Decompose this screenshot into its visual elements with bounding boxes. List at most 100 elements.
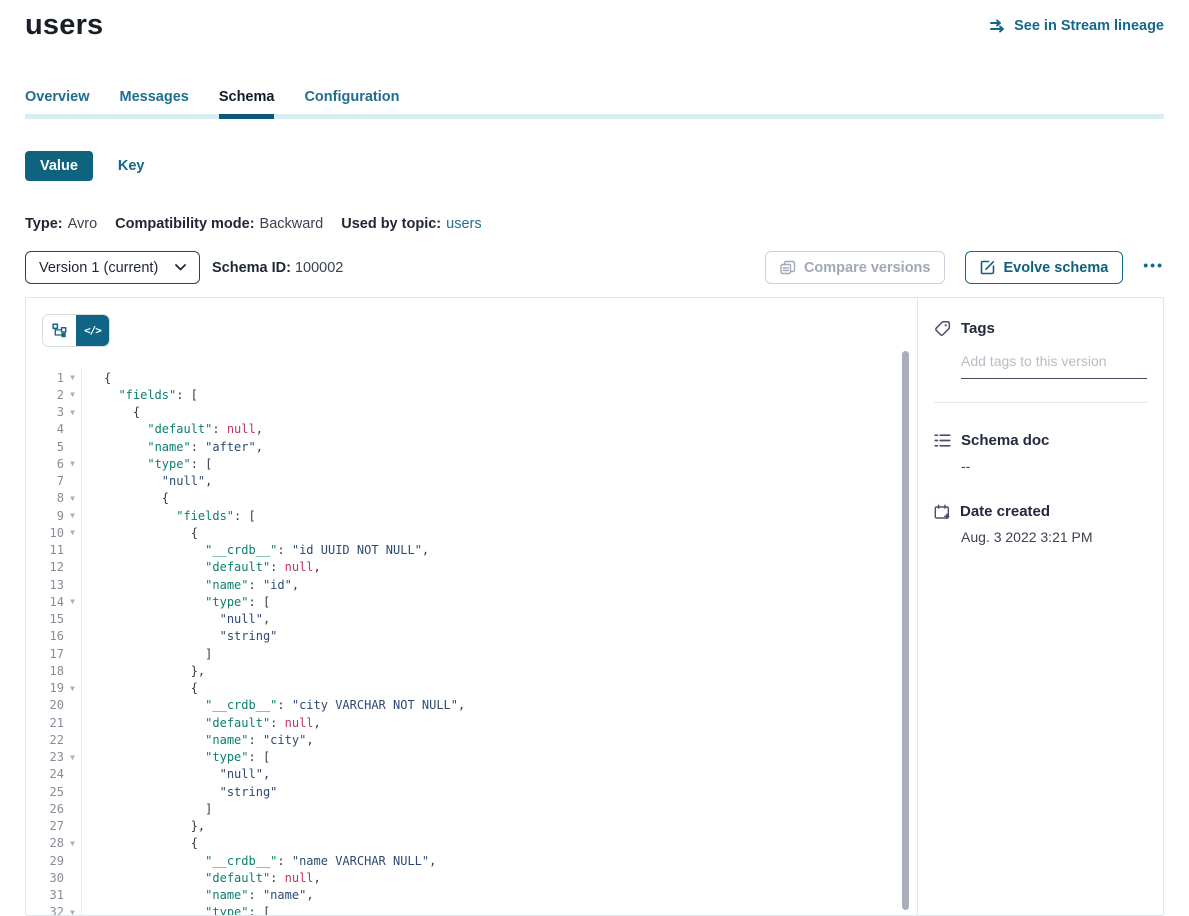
code-line: 6▼"type": [ bbox=[26, 455, 917, 472]
fold-toggle-icon[interactable]: ▼ bbox=[64, 684, 81, 693]
version-select[interactable]: Version 1 (current) bbox=[25, 251, 200, 284]
code-line: 27}, bbox=[26, 818, 917, 835]
schema-doc-section: Schema doc -- bbox=[934, 432, 1147, 474]
code-line: 17] bbox=[26, 645, 917, 662]
line-number: 6 bbox=[34, 457, 64, 471]
line-number: 2 bbox=[34, 388, 64, 402]
code-line: 7"null", bbox=[26, 473, 917, 490]
compare-versions-label: Compare versions bbox=[804, 260, 931, 276]
add-tags-input[interactable] bbox=[961, 353, 1147, 379]
code-line: 20"__crdb__": "city VARCHAR NOT NULL", bbox=[26, 697, 917, 714]
tree-view-button[interactable] bbox=[43, 315, 76, 346]
compat-field: Compatibility mode: Backward bbox=[115, 216, 323, 232]
chevron-down-icon bbox=[175, 264, 186, 271]
code-line: 11"__crdb__": "id UUID NOT NULL", bbox=[26, 542, 917, 559]
tags-header: Tags bbox=[934, 320, 1147, 337]
code-line: 22"name": "city", bbox=[26, 731, 917, 748]
line-number: 25 bbox=[34, 785, 64, 799]
date-created-section: Date created Aug. 3 2022 3:21 PM bbox=[934, 503, 1147, 545]
code-editor-lines: 1▼{2▼"fields": [3▼{4"default": null,5"na… bbox=[26, 369, 917, 915]
code-line: 8▼{ bbox=[26, 490, 917, 507]
line-number: 22 bbox=[34, 733, 64, 747]
list-icon bbox=[934, 433, 951, 448]
fold-toggle-icon[interactable]: ▼ bbox=[64, 908, 81, 915]
tab-underline-track bbox=[25, 114, 1164, 119]
calendar-plus-icon bbox=[934, 504, 950, 520]
type-field: Type:Avro bbox=[25, 216, 97, 232]
fold-toggle-icon[interactable]: ▼ bbox=[64, 494, 81, 503]
tab-bar: Overview Messages Schema Configuration bbox=[25, 87, 1164, 119]
code-line: 30"default": null, bbox=[26, 869, 917, 886]
code-line: 32▼"type": [ bbox=[26, 904, 917, 915]
edit-schema-icon bbox=[980, 260, 995, 275]
code-line: 18}, bbox=[26, 662, 917, 679]
code-line: 12"default": null, bbox=[26, 559, 917, 576]
fold-toggle-icon[interactable]: ▼ bbox=[64, 459, 81, 468]
line-number: 31 bbox=[34, 888, 64, 902]
tab-schema[interactable]: Schema bbox=[219, 87, 275, 119]
code-editor: 1▼{2▼"fields": [3▼{4"default": null,5"na… bbox=[26, 369, 917, 915]
tree-view-icon bbox=[52, 323, 67, 338]
schema-meta-row: Type:Avro Compatibility mode: Backward Us… bbox=[25, 216, 1164, 232]
page-title: users bbox=[25, 9, 103, 42]
type-label: Type: bbox=[25, 216, 63, 232]
code-line: 14▼"type": [ bbox=[26, 593, 917, 610]
date-created-title: Date created bbox=[960, 503, 1050, 520]
line-number: 26 bbox=[34, 802, 64, 816]
line-number: 17 bbox=[34, 647, 64, 661]
sidebar-divider bbox=[934, 402, 1147, 403]
key-toggle-link[interactable]: Key bbox=[118, 158, 145, 174]
code-view-icon: </> bbox=[84, 324, 101, 337]
editor-scrollbar-thumb[interactable] bbox=[902, 351, 909, 910]
compat-label: Compatibility mode: bbox=[115, 216, 254, 232]
stream-lineage-icon bbox=[989, 19, 1007, 33]
code-line: 23▼"type": [ bbox=[26, 749, 917, 766]
fold-toggle-icon[interactable]: ▼ bbox=[64, 511, 81, 520]
line-number: 30 bbox=[34, 871, 64, 885]
fold-toggle-icon[interactable]: ▼ bbox=[64, 597, 81, 606]
code-line: 13"name": "id", bbox=[26, 576, 917, 593]
code-line: 9▼"fields": [ bbox=[26, 507, 917, 524]
schema-actions: Compare versions Evolve schema ••• bbox=[765, 251, 1164, 284]
line-number: 29 bbox=[34, 854, 64, 868]
more-actions-button[interactable]: ••• bbox=[1143, 257, 1164, 279]
fold-toggle-icon[interactable]: ▼ bbox=[64, 373, 81, 382]
fold-toggle-icon[interactable]: ▼ bbox=[64, 408, 81, 417]
schema-doc-header: Schema doc bbox=[934, 432, 1147, 449]
date-created-value: Aug. 3 2022 3:21 PM bbox=[961, 529, 1147, 545]
line-number: 10 bbox=[34, 526, 64, 540]
value-toggle-button[interactable]: Value bbox=[25, 151, 93, 181]
topic-field: Used by topic:users bbox=[341, 216, 481, 232]
fold-toggle-icon[interactable]: ▼ bbox=[64, 528, 81, 537]
line-number: 12 bbox=[34, 560, 64, 574]
value-key-toggle: Value Key bbox=[25, 151, 1164, 181]
line-number: 27 bbox=[34, 819, 64, 833]
code-line: 3▼{ bbox=[26, 404, 917, 421]
schema-id-value: 100002 bbox=[295, 260, 343, 276]
code-line: 21"default": null, bbox=[26, 714, 917, 731]
line-number: 1 bbox=[34, 371, 64, 385]
see-in-stream-lineage-link[interactable]: See in Stream lineage bbox=[989, 18, 1164, 34]
code-line: 1▼{ bbox=[26, 369, 917, 386]
line-number: 24 bbox=[34, 767, 64, 781]
fold-toggle-icon[interactable]: ▼ bbox=[64, 839, 81, 848]
code-line: 2▼"fields": [ bbox=[26, 386, 917, 403]
fold-toggle-icon[interactable]: ▼ bbox=[64, 390, 81, 399]
evolve-schema-button[interactable]: Evolve schema bbox=[965, 251, 1123, 284]
line-number: 21 bbox=[34, 716, 64, 730]
schema-code-pane: </> 1▼{2▼"fields": [3▼{4"default": null,… bbox=[26, 298, 917, 915]
line-number: 3 bbox=[34, 405, 64, 419]
compat-value: Backward bbox=[260, 216, 324, 232]
schema-page: users See in Stream lineage Overview Mes… bbox=[0, 0, 1189, 916]
code-view-button[interactable]: </> bbox=[76, 315, 109, 346]
code-line: 28▼{ bbox=[26, 835, 917, 852]
editor-view-toggle: </> bbox=[42, 314, 110, 347]
line-number: 9 bbox=[34, 509, 64, 523]
code-line: 19▼{ bbox=[26, 680, 917, 697]
schema-id-field: Schema ID:100002 bbox=[212, 260, 343, 276]
evolve-schema-label: Evolve schema bbox=[1003, 260, 1108, 276]
fold-toggle-icon[interactable]: ▼ bbox=[64, 753, 81, 762]
compare-versions-button[interactable]: Compare versions bbox=[765, 251, 946, 284]
schema-sidebar: Tags Schema doc -- bbox=[917, 298, 1163, 915]
topic-link[interactable]: users bbox=[446, 216, 481, 232]
